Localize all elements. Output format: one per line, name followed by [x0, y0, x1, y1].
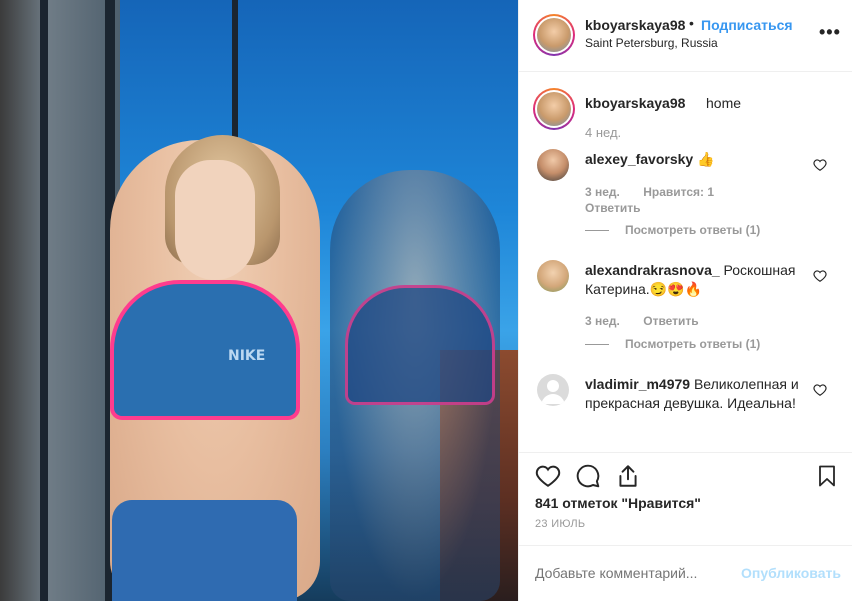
view-replies-button[interactable]: Посмотреть ответы (1): [585, 337, 760, 351]
header-username[interactable]: kboyarskaya98: [585, 17, 685, 33]
caption-username[interactable]: kboyarskaya98: [585, 95, 685, 111]
comment-username[interactable]: vladimir_m4979: [585, 376, 690, 392]
comment-meta: 3 нед. Нравится: 1: [585, 185, 734, 199]
comment-time[interactable]: 3 нед.: [585, 314, 620, 328]
view-replies-button[interactable]: Посмотреть ответы (1): [585, 223, 760, 237]
post-header: kboyarskaya98 • Подписаться Saint Peters…: [519, 0, 852, 72]
heart-icon[interactable]: [535, 463, 561, 489]
view-replies-label: Посмотреть ответы (1): [625, 337, 761, 351]
likes-count[interactable]: 841 отметок "Нравится": [535, 495, 701, 511]
reply-button[interactable]: Ответить: [643, 314, 698, 328]
post-date[interactable]: 23 ИЮЛЬ: [535, 518, 585, 530]
add-comment-bar: Опубликовать: [519, 545, 852, 601]
share-icon[interactable]: [615, 463, 641, 489]
reply-button[interactable]: Ответить: [585, 201, 640, 215]
window-mullion: [40, 0, 48, 601]
divider: [585, 230, 609, 232]
sports-top: [110, 280, 300, 420]
default-avatar-icon: [541, 380, 565, 404]
nike-logo: NIKE: [228, 348, 266, 364]
caption-text: home: [706, 95, 742, 111]
avatar[interactable]: [537, 374, 569, 406]
comment-body: alexandrakrasnova_ Роскошная Катерина.😏😍…: [585, 261, 815, 299]
follow-button[interactable]: Подписаться: [701, 17, 793, 33]
heart-icon[interactable]: [813, 383, 827, 397]
avatar[interactable]: [537, 260, 569, 292]
publish-button[interactable]: Опубликовать: [741, 565, 841, 581]
comments-list[interactable]: kboyarskaya98 home 4 нед. alexey_favorsk…: [519, 72, 852, 450]
post-side-panel: kboyarskaya98 • Подписаться Saint Peters…: [518, 0, 852, 601]
person-face: [175, 160, 255, 280]
window-frame: [0, 0, 120, 601]
caption-time[interactable]: 4 нед.: [585, 125, 621, 140]
comment-username[interactable]: alexandrakrasnova_: [585, 262, 720, 278]
separator-dot: •: [689, 15, 694, 31]
divider: [585, 344, 609, 346]
comment-body: alexey_favorsky 👍: [585, 150, 815, 169]
avatar[interactable]: [533, 14, 575, 56]
comment-icon[interactable]: [575, 463, 601, 489]
comment-body: vladimir_m4979 Великолепная и прекрасная…: [585, 375, 815, 413]
heart-icon[interactable]: [813, 158, 827, 172]
heart-icon[interactable]: [813, 269, 827, 283]
location-link[interactable]: Saint Petersburg, Russia: [585, 36, 718, 50]
post-photo[interactable]: NIKE: [0, 0, 518, 601]
reflection-top: [345, 285, 495, 405]
action-bar: [519, 452, 852, 496]
comment-input[interactable]: [535, 565, 735, 581]
avatar[interactable]: [537, 149, 569, 181]
view-replies-label: Посмотреть ответы (1): [625, 223, 761, 237]
comment-meta: 3 нед. Ответить: [585, 314, 719, 328]
avatar[interactable]: [533, 88, 575, 130]
comment-text: 👍: [697, 151, 715, 167]
comment-likes[interactable]: Нравится: 1: [643, 185, 714, 199]
comment-username[interactable]: alexey_favorsky: [585, 151, 693, 167]
bookmark-icon[interactable]: [815, 463, 839, 489]
shorts: [112, 500, 297, 601]
comment-time[interactable]: 3 нед.: [585, 185, 620, 199]
more-dots-icon[interactable]: •••: [819, 22, 841, 43]
